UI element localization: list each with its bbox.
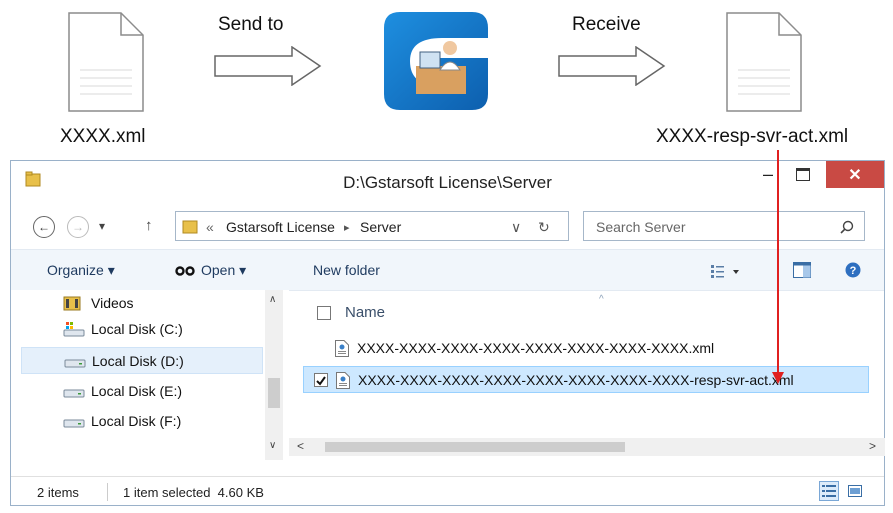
breadcrumb-separator[interactable]: ▸ (344, 221, 350, 234)
nav-item-label: Local Disk (D:) (92, 353, 184, 369)
xml-file-icon (335, 340, 349, 357)
search-placeholder: Search Server (596, 219, 686, 235)
xml-file-icon (335, 340, 349, 357)
nav-item[interactable]: Local Disk (C:) (21, 316, 263, 343)
file-checkbox[interactable] (314, 373, 328, 387)
forward-button[interactable]: → (67, 216, 89, 238)
status-bar: 2 items 1 item selected 4.60 KB (11, 476, 884, 507)
column-header: Name ^ (303, 294, 863, 326)
scroll-down-icon[interactable]: ∨ (269, 440, 276, 451)
horizontal-scrollbar[interactable]: < > (289, 438, 885, 456)
maximize-button[interactable] (788, 161, 818, 188)
response-document-icon (726, 12, 802, 112)
organize-button[interactable]: Organize ▾ (47, 262, 115, 279)
horizontal-scrollbar-thumb[interactable] (325, 442, 625, 452)
back-button[interactable]: ← (33, 216, 55, 238)
xml-file-icon (336, 372, 350, 389)
system-drive-icon (63, 322, 85, 337)
refresh-button[interactable]: ↻ (538, 219, 550, 236)
receive-arrow-icon (558, 46, 666, 86)
video-folder-icon (63, 295, 81, 314)
gstarsoft-logo (384, 12, 488, 110)
open-button[interactable]: Open ▾ (201, 262, 246, 279)
selection-info: 1 item selected 4.60 KB (123, 485, 264, 500)
up-button[interactable]: ↑ (145, 217, 153, 234)
nav-item-label: Local Disk (C:) (91, 321, 183, 337)
video-folder-icon (63, 296, 81, 311)
command-bar: Organize ▾ Open ▾ New folder ? (11, 249, 884, 291)
drive-icon (63, 383, 85, 402)
title-bar: D:\Gstarsoft License\Server ‒ ✕ (11, 161, 884, 201)
receive-label: Receive (572, 14, 641, 35)
system-drive-icon (63, 321, 85, 340)
checkmark-icon (316, 376, 326, 386)
explorer-window: D:\Gstarsoft License\Server ‒ ✕ ← → ▾ ↑ … (10, 160, 885, 506)
new-folder-button[interactable]: New folder (313, 262, 380, 278)
open-icon (175, 266, 195, 276)
nav-item-label: Local Disk (E:) (91, 383, 183, 399)
sort-ascending-icon: ^ (599, 294, 604, 305)
response-file-caption: XXXX-resp-svr-act.xml (656, 126, 849, 147)
folder-icon (182, 220, 198, 234)
file-row[interactable]: XXXX-XXXX-XXXX-XXXX-XXXX-XXXX-XXXX-XXXX.… (303, 335, 869, 362)
svg-text:?: ? (850, 265, 857, 277)
nav-item[interactable]: Local Disk (D:) (21, 347, 263, 374)
send-arrow-icon (214, 46, 322, 86)
search-icon[interactable] (840, 220, 854, 234)
scroll-left-icon[interactable]: < (297, 439, 304, 453)
help-icon[interactable]: ? (845, 262, 861, 278)
large-icons-view-button[interactable] (845, 481, 865, 501)
drive-icon (63, 389, 85, 398)
drive-icon (63, 419, 85, 428)
select-all-checkbox[interactable] (317, 306, 331, 320)
xml-file-icon (336, 372, 350, 389)
file-list: Name ^ < > XXXX-XXXX-XXXX-XXXX-XXXX-XXXX… (289, 290, 885, 460)
drive-icon (63, 413, 85, 432)
file-name: XXXX-XXXX-XXXX-XXXX-XXXX-XXXX-XXXX-XXXX-… (358, 372, 794, 388)
address-dropdown[interactable]: ∨ (511, 219, 521, 236)
details-view-icon (822, 485, 836, 497)
nav-item[interactable]: Local Disk (F:) (21, 408, 263, 435)
navigation-pane: ∧ ∨ Videos Local Disk (C:) Local Disk (D:)… (11, 290, 289, 460)
scroll-up-icon[interactable]: ∧ (269, 294, 276, 305)
breadcrumb-server[interactable]: Server (360, 219, 401, 235)
preview-pane-icon[interactable] (793, 262, 811, 278)
close-button[interactable]: ✕ (826, 161, 884, 188)
file-name: XXXX-XXXX-XXXX-XXXX-XXXX-XXXX-XXXX-XXXX.… (357, 340, 715, 356)
nav-scrollbar[interactable]: ∧ ∨ (265, 290, 283, 460)
send-to-label: Send to (218, 14, 284, 35)
minimize-button[interactable]: ‒ (753, 161, 783, 188)
breadcrumb-gstarsoft-license[interactable]: Gstarsoft License (226, 219, 335, 235)
xml-document-icon (68, 12, 144, 112)
drive-icon (64, 353, 86, 372)
file-row[interactable]: XXXX-XXXX-XXXX-XXXX-XXXX-XXXX-XXXX-XXXX-… (303, 366, 869, 393)
address-row: ← → ▾ ↑ « Gstarsoft License ▸ Server ∨ ↻… (11, 205, 884, 245)
recent-locations-dropdown[interactable]: ▾ (99, 219, 105, 233)
status-divider (107, 483, 108, 501)
name-column-header[interactable]: Name (345, 304, 385, 321)
item-count: 2 items (37, 485, 79, 500)
nav-item-label: Local Disk (F:) (91, 413, 182, 429)
nav-item-label: Videos (91, 295, 134, 311)
search-input[interactable]: Search Server (583, 211, 865, 241)
nav-item[interactable]: Videos (21, 290, 263, 317)
details-view-button[interactable] (819, 481, 839, 501)
request-file-caption: XXXX.xml (60, 126, 146, 147)
drive-icon (64, 359, 86, 368)
nav-scrollbar-thumb[interactable] (268, 378, 280, 408)
nav-item[interactable]: Local Disk (E:) (21, 378, 263, 405)
scroll-right-icon[interactable]: > (869, 439, 876, 453)
maximize-icon (796, 168, 810, 181)
address-bar[interactable]: « Gstarsoft License ▸ Server ∨ ↻ (175, 211, 569, 241)
overflow-chevrons[interactable]: « (206, 219, 214, 235)
large-icons-view-icon (848, 485, 862, 497)
view-options-icon[interactable] (711, 264, 743, 278)
